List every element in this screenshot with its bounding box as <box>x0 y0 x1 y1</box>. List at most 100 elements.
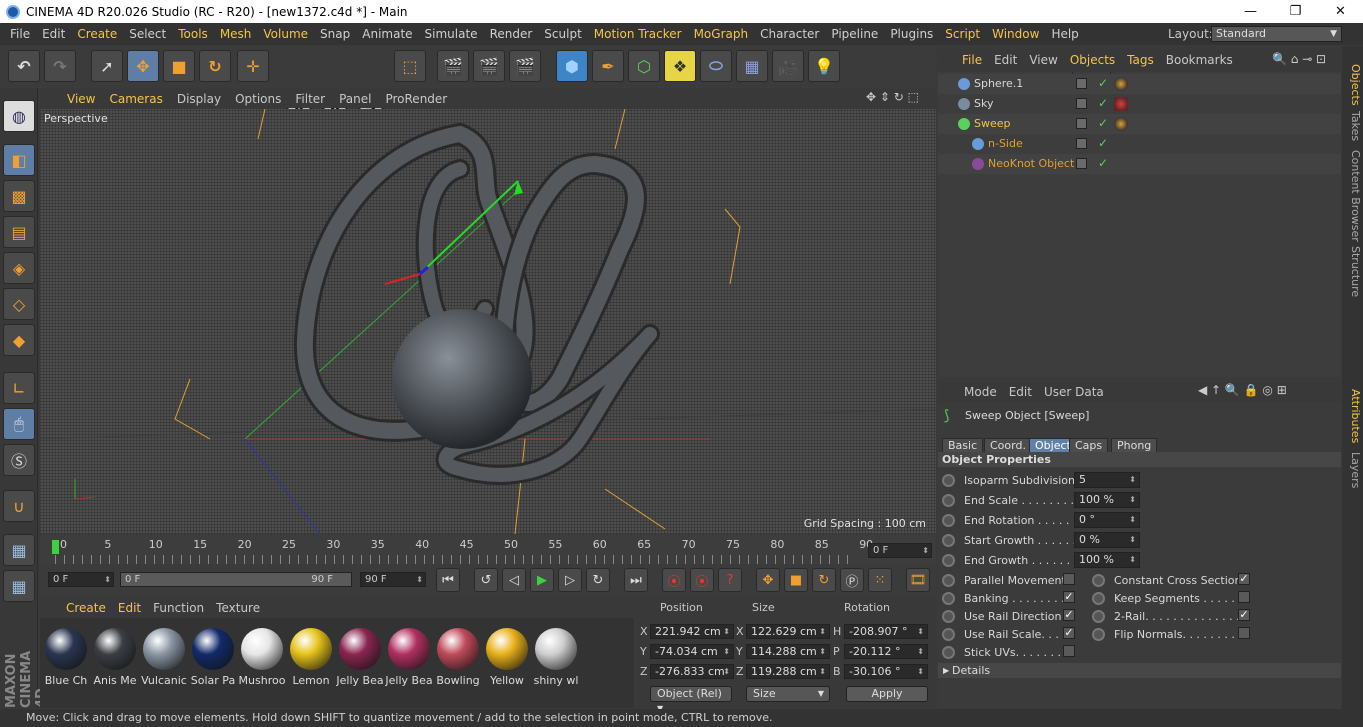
menu-plugins[interactable]: Plugins <box>884 27 939 41</box>
material-swatch[interactable]: Anis Me <box>91 628 139 690</box>
size-y-field[interactable]: 114.288 cm ⬍ <box>746 644 830 659</box>
visibility-toggle[interactable] <box>1076 98 1087 109</box>
position-y-field[interactable]: -74.034 cm ⬍ <box>650 644 734 659</box>
checkbox[interactable] <box>1063 573 1075 585</box>
enabled-check-icon[interactable]: ✓ <box>1098 136 1108 150</box>
apply-button[interactable]: Apply <box>846 686 928 702</box>
record-scale-button[interactable]: ■ <box>784 568 808 592</box>
size-x-field[interactable]: 122.629 cm ⬍ <box>746 624 830 639</box>
menu-character[interactable]: Character <box>754 27 825 41</box>
frame-range-slider[interactable]: 0 F 90 F <box>120 572 352 587</box>
property-value-field[interactable]: 0 % ⬍ <box>1074 532 1140 548</box>
material-menu-create[interactable]: Create <box>60 601 112 615</box>
menu-file[interactable]: File <box>4 27 36 41</box>
animate-radio[interactable] <box>1092 574 1105 587</box>
axis-mode-button[interactable]: ∟ <box>3 372 35 404</box>
menu-mograph[interactable]: MoGraph <box>688 27 755 41</box>
object-menu-file[interactable]: File <box>956 53 988 67</box>
menu-help[interactable]: Help <box>1045 27 1084 41</box>
rotation-p-field[interactable]: -20.112 ° ⬍ <box>844 644 928 659</box>
checkbox[interactable]: ✓ <box>1063 591 1075 603</box>
animate-radio[interactable] <box>942 514 955 527</box>
property-value-field[interactable]: 100 % ⬍ <box>1074 552 1140 568</box>
material-swatch[interactable]: Bowling <box>434 628 482 690</box>
viewport-nav-icons[interactable]: ✥ ⇕ ↻ ⬚ <box>866 90 919 104</box>
animate-radio[interactable] <box>1092 592 1105 605</box>
viewport-menu-cameras[interactable]: Cameras <box>102 92 169 106</box>
material-swatch[interactable]: shiny wl <box>532 628 580 690</box>
menu-snap[interactable]: Snap <box>314 27 356 41</box>
camera-button[interactable]: 🎥 <box>772 50 804 82</box>
object-row-sky[interactable]: Sky ✓ <box>938 94 1341 114</box>
close-button[interactable]: ✕ <box>1318 0 1363 23</box>
move-tool-button[interactable]: ✥ <box>127 50 159 82</box>
menu-animate[interactable]: Animate <box>356 27 418 41</box>
minimize-button[interactable]: — <box>1228 0 1273 23</box>
make-editable-button[interactable]: ◍ <box>3 100 35 132</box>
locked-workplane-button[interactable]: ▦ <box>3 534 35 566</box>
material-swatch[interactable]: Blue Ch <box>42 628 90 690</box>
viewport-menu-prorender[interactable]: ProRender <box>378 92 454 106</box>
side-tab-content-browser[interactable]: Content Browser <box>1342 148 1362 244</box>
material-swatch[interactable]: Jelly Bea <box>336 628 384 690</box>
scale-tool-button[interactable]: ■ <box>163 50 195 82</box>
side-tab-objects[interactable]: Objects <box>1342 60 1362 110</box>
enabled-check-icon[interactable]: ✓ <box>1098 76 1108 90</box>
menu-mesh[interactable]: Mesh <box>214 27 258 41</box>
layout-select[interactable]: Standard ▼ <box>1211 26 1342 42</box>
coordinate-system-button[interactable]: ⬚ <box>394 50 426 82</box>
render-picture-viewer-button[interactable]: 🎬 <box>473 50 505 82</box>
timeline-playhead[interactable] <box>52 540 59 554</box>
side-tab-attributes[interactable]: Attributes <box>1342 386 1362 446</box>
object-menu-tags[interactable]: Tags <box>1121 53 1160 67</box>
animate-radio[interactable] <box>942 574 955 587</box>
play-button[interactable]: ▶ <box>530 568 554 592</box>
rotation-b-field[interactable]: -30.106 ° ⬍ <box>844 664 928 679</box>
object-row-sweep[interactable]: Sweep ✓ <box>938 114 1341 134</box>
tweak-mode-button[interactable]: 🖱 <box>3 408 35 440</box>
object-row-neoknot-object[interactable]: NeoKnot Object ✓ <box>938 154 1341 174</box>
animate-radio[interactable] <box>942 646 955 659</box>
animate-radio[interactable] <box>1092 628 1105 641</box>
menu-sculpt[interactable]: Sculpt <box>538 27 587 41</box>
autokey-button[interactable]: ⦿ <box>690 568 714 592</box>
menu-motion-tracker[interactable]: Motion Tracker <box>588 27 688 41</box>
subdivision-surface-button[interactable]: ⬡ <box>628 50 660 82</box>
property-value-field[interactable]: 100 % ⬍ <box>1074 492 1140 508</box>
points-mode-button[interactable]: ◈ <box>3 252 35 284</box>
rotation-h-field[interactable]: -208.907 ° ⬍ <box>844 624 928 639</box>
polygons-mode-button[interactable]: ◆ <box>3 324 35 356</box>
keyframe-selection-button[interactable]: ? <box>718 568 742 592</box>
checkbox[interactable] <box>1238 591 1250 603</box>
material-tag-icon[interactable] <box>1114 117 1128 131</box>
go-to-end-button[interactable]: ⏭ <box>624 568 648 592</box>
menu-simulate[interactable]: Simulate <box>419 27 484 41</box>
checkbox[interactable]: ✓ <box>1238 573 1250 585</box>
checkbox[interactable]: ✓ <box>1238 609 1250 621</box>
visibility-toggle[interactable] <box>1076 158 1087 169</box>
timeline-ruler[interactable]: 0 5 10 15 20 25 30 35 40 45 50 55 60 65 70 75 80 85 90 0 F… <box>40 535 936 565</box>
pen-spline-button[interactable]: ✒ <box>592 50 624 82</box>
viewport-menu-options[interactable]: Options <box>228 92 288 106</box>
attribute-menu-user-data[interactable]: User Data <box>1038 385 1110 399</box>
record-parameter-button[interactable]: Ⓟ <box>840 568 864 592</box>
material-swatch[interactable]: Lemon <box>287 628 335 690</box>
menu-render[interactable]: Render <box>484 27 539 41</box>
snapping-button[interactable]: Ⓢ <box>3 444 35 476</box>
enabled-check-icon[interactable]: ✓ <box>1098 96 1108 110</box>
menu-tools[interactable]: Tools <box>172 27 214 41</box>
checkbox[interactable]: ✓ <box>1063 609 1075 621</box>
viewport-menu-display[interactable]: Display <box>170 92 228 106</box>
position-x-field[interactable]: 221.942 cm ⬍ <box>650 624 734 639</box>
material-menu-edit[interactable]: Edit <box>112 601 147 615</box>
animate-radio[interactable] <box>942 494 955 507</box>
viewport-menu-view[interactable]: View <box>60 92 102 106</box>
property-value-field[interactable]: 5 ⬍ <box>1074 472 1140 488</box>
material-swatch[interactable]: Mushroo <box>238 628 286 690</box>
animate-radio[interactable] <box>942 554 955 567</box>
light-button[interactable]: 💡 <box>808 50 840 82</box>
timeline-window-button[interactable]: 🎞 <box>906 568 930 592</box>
coordinate-mode-dropdown[interactable]: Object (Rel) ▼ <box>650 686 732 713</box>
animate-radio[interactable] <box>1092 610 1105 623</box>
attribute-nav-icons[interactable]: ◀ ↑ 🔍 🔒 ◎ ⊞ <box>1198 383 1287 397</box>
